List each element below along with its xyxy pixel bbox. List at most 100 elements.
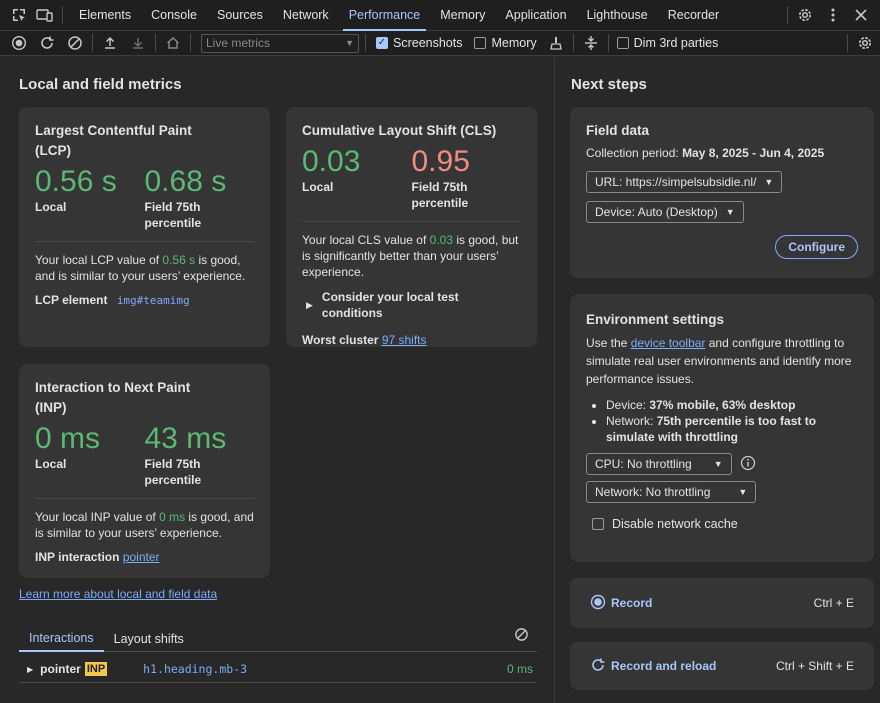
download-icon[interactable]: [127, 32, 149, 54]
close-icon[interactable]: [850, 4, 872, 26]
collapse-tracks-icon[interactable]: [580, 32, 602, 54]
tab-elements[interactable]: Elements: [69, 0, 141, 31]
settings-gear-icon[interactable]: [794, 4, 816, 26]
clear-log-icon[interactable]: [514, 627, 537, 651]
triangle-right-icon: ▶: [306, 300, 313, 310]
learn-more-link[interactable]: Learn more about local and field data: [19, 587, 217, 601]
interaction-duration: 0 ms: [506, 662, 533, 676]
record-card[interactable]: Record Ctrl + E: [570, 578, 874, 628]
consider-conditions-toggle[interactable]: ▶ Consider your local test conditions: [302, 289, 521, 321]
inspect-element-icon[interactable]: [8, 4, 30, 26]
chevron-down-icon: ▼: [738, 487, 748, 497]
tab-network[interactable]: Network: [273, 0, 339, 31]
cpu-throttling-dropdown[interactable]: CPU: No throttling ▼: [586, 453, 732, 475]
device-toolbar-icon[interactable]: [34, 4, 56, 26]
record-label: Record: [611, 596, 653, 610]
device-dropdown[interactable]: Device: Auto (Desktop) ▼: [586, 201, 744, 223]
tab-interactions[interactable]: Interactions: [19, 631, 104, 652]
cls-metrics: 0.03 Local 0.95 Field 75th percentile: [302, 145, 521, 211]
tab-sources[interactable]: Sources: [207, 0, 273, 31]
record-reload-label: Record and reload: [611, 659, 717, 673]
more-options-icon[interactable]: [822, 4, 844, 26]
url-dropdown[interactable]: URL: https://simpelsubsidie.nl/ ▼: [586, 171, 783, 193]
devtools-tabbar: Elements Console Sources Network Perform…: [0, 0, 880, 31]
interaction-selector[interactable]: h1.heading.mb-3: [143, 662, 247, 676]
collection-period: Collection period: May 8, 2025 - Jun 4, …: [586, 145, 858, 161]
url-dropdown-wrap: URL: https://simpelsubsidie.nl/ ▼: [586, 171, 858, 193]
toolbar-divider: [155, 34, 156, 52]
lcp-element-link[interactable]: img#teamimg: [117, 294, 190, 307]
tab-performance[interactable]: Performance: [339, 0, 431, 31]
inp-local-metric: 0 ms Local: [35, 422, 145, 488]
worst-cluster-link[interactable]: 97 shifts: [382, 333, 427, 347]
cls-field-value: 0.95: [411, 145, 470, 178]
info-icon[interactable]: [740, 455, 756, 474]
tab-application[interactable]: Application: [495, 0, 576, 31]
interaction-row[interactable]: ▶ pointer INP h1.heading.mb-3 0 ms: [19, 656, 537, 683]
cls-local-value: 0.03: [302, 145, 361, 178]
device-bullet-value: 37% mobile, 63% desktop: [649, 398, 796, 412]
record-icon[interactable]: [8, 32, 30, 54]
inp-local-value: 0 ms: [35, 422, 101, 455]
clear-icon[interactable]: [64, 32, 86, 54]
worst-cluster-label: Worst cluster: [302, 333, 379, 347]
dim-third-parties-checkbox[interactable]: Dim 3rd parties: [616, 36, 719, 50]
checkbox-icon: [592, 518, 604, 530]
cls-field-label: Field 75th percentile: [411, 180, 469, 210]
lcp-title: Largest Contentful Paint (LCP): [35, 123, 192, 158]
tab-recorder[interactable]: Recorder: [658, 0, 729, 31]
environment-description: Use the device toolbar and configure thr…: [586, 334, 858, 388]
broom-icon[interactable]: [545, 32, 567, 54]
chevron-down-icon: ▼: [713, 459, 723, 469]
disable-cache-checkbox[interactable]: Disable network cache: [592, 517, 858, 531]
environment-bullets: Device: 37% mobile, 63% desktop Network:…: [606, 397, 858, 445]
record-reload-card[interactable]: Record and reload Ctrl + Shift + E: [570, 642, 874, 690]
panel-title: Local and field metrics: [19, 76, 182, 93]
toolbar-divider: [92, 34, 93, 52]
configure-button[interactable]: Configure: [775, 235, 858, 259]
screenshots-checkbox[interactable]: ✓ Screenshots: [376, 36, 462, 50]
lcp-local-metric: 0.56 s Local: [35, 165, 145, 231]
device-toolbar-link[interactable]: device toolbar: [631, 336, 706, 350]
lcp-local-value: 0.56 s: [35, 165, 117, 198]
card-divider: [35, 498, 254, 499]
toolbar-divider: [607, 34, 609, 52]
home-icon[interactable]: [162, 32, 184, 54]
triangle-right-icon: ▶: [27, 664, 34, 674]
inp-interaction-link[interactable]: pointer: [123, 550, 160, 564]
network-bullet: Network: 75th percentile is too fast to …: [606, 413, 858, 445]
upload-icon[interactable]: [99, 32, 121, 54]
lcp-local-label: Local: [35, 200, 67, 214]
configure-wrap: Configure: [586, 235, 858, 259]
inp-description: Your local INP value of 0 ms is good, an…: [35, 509, 254, 541]
record-shortcut: Ctrl + E: [813, 596, 854, 610]
device-dropdown-value: Device: Auto (Desktop): [595, 205, 718, 219]
tab-console[interactable]: Console: [141, 0, 207, 31]
chevron-down-icon: ▼: [725, 207, 735, 217]
field-data-card: Field data Collection period: May 8, 202…: [570, 107, 874, 278]
cls-desc-prefix: Your local CLS value of: [302, 233, 430, 247]
next-steps-panel: Next steps Field data Collection period:…: [554, 57, 880, 703]
lcp-description: Your local LCP value of 0.56 s is good, …: [35, 252, 254, 284]
network-throttling-dropdown[interactable]: Network: No throttling ▼: [586, 481, 757, 503]
toolbar-divider: [62, 6, 63, 24]
dim-third-parties-label: Dim 3rd parties: [633, 36, 719, 50]
tab-memory[interactable]: Memory: [430, 0, 495, 31]
inp-local-label: Local: [35, 457, 67, 471]
tab-lighthouse[interactable]: Lighthouse: [577, 0, 658, 31]
local-field-metrics-panel: Local and field metrics Largest Contentf…: [0, 57, 553, 703]
inp-metrics: 0 ms Local 43 ms Field 75th percentile: [35, 422, 254, 488]
env-desc-prefix: Use the: [586, 336, 631, 350]
tab-layout-shifts[interactable]: Layout shifts: [104, 632, 194, 651]
capture-settings-gear-icon[interactable]: [854, 32, 876, 54]
trace-select[interactable]: Live metrics ▼: [201, 33, 359, 53]
cls-local-label: Local: [302, 180, 334, 194]
cls-local-metric: 0.03 Local: [302, 145, 412, 211]
lcp-desc-prefix: Your local LCP value of: [35, 253, 163, 267]
memory-checkbox[interactable]: Memory: [474, 36, 537, 50]
cls-field-metric: 0.95 Field 75th percentile: [412, 145, 522, 211]
toolbar-divider: [572, 34, 574, 52]
toolbar-divider: [847, 34, 848, 52]
device-bullet-label: Device:: [606, 398, 650, 412]
reload-icon[interactable]: [36, 32, 58, 54]
